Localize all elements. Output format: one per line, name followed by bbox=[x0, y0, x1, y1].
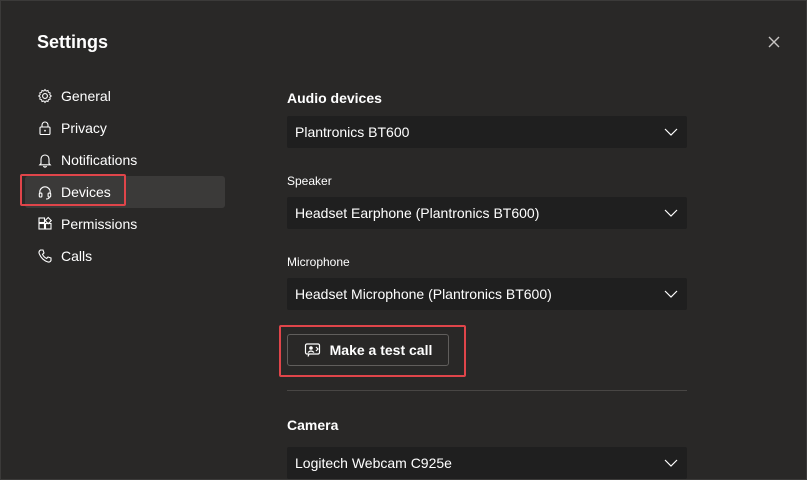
make-test-call-button[interactable]: Make a test call bbox=[287, 334, 449, 366]
microphone-label: Microphone bbox=[287, 255, 350, 269]
microphone-value: Headset Microphone (Plantronics BT600) bbox=[295, 286, 552, 302]
dialog-title: Settings bbox=[37, 32, 109, 52]
sidebar-item-label: Permissions bbox=[61, 216, 138, 232]
section-divider bbox=[287, 390, 687, 391]
permissions-icon bbox=[37, 216, 53, 232]
chevron-down-icon bbox=[663, 124, 679, 140]
speaker-label: Speaker bbox=[287, 174, 332, 188]
gear-icon bbox=[37, 88, 53, 104]
camera-value: Logitech Webcam C925e bbox=[295, 455, 452, 471]
close-button[interactable] bbox=[765, 33, 783, 51]
camera-heading: Camera bbox=[287, 417, 339, 433]
settings-sidebar: General Privacy Notifications Devices Pe… bbox=[20, 80, 225, 272]
settings-dialog: Settings General Privacy Notifications D… bbox=[0, 0, 807, 480]
audio-device-value: Plantronics BT600 bbox=[295, 124, 410, 140]
chevron-down-icon bbox=[663, 455, 679, 471]
sidebar-item-label: Privacy bbox=[61, 120, 107, 136]
test-call-label: Make a test call bbox=[329, 342, 433, 358]
speaker-value: Headset Earphone (Plantronics BT600) bbox=[295, 205, 540, 221]
speaker-select[interactable]: Headset Earphone (Plantronics BT600) bbox=[287, 197, 687, 229]
chevron-down-icon bbox=[663, 286, 679, 302]
test-call-icon bbox=[304, 342, 322, 358]
phone-icon bbox=[37, 248, 53, 264]
sidebar-item-calls[interactable]: Calls bbox=[25, 240, 225, 272]
sidebar-item-privacy[interactable]: Privacy bbox=[25, 112, 225, 144]
audio-device-select[interactable]: Plantronics BT600 bbox=[287, 116, 687, 148]
sidebar-item-label: General bbox=[61, 88, 111, 104]
lock-icon bbox=[37, 120, 53, 136]
sidebar-item-label: Calls bbox=[61, 248, 93, 264]
bell-icon bbox=[37, 152, 53, 168]
sidebar-item-permissions[interactable]: Permissions bbox=[25, 208, 225, 240]
sidebar-item-notifications[interactable]: Notifications bbox=[25, 144, 225, 176]
microphone-select[interactable]: Headset Microphone (Plantronics BT600) bbox=[287, 278, 687, 310]
sidebar-item-label: Notifications bbox=[61, 152, 138, 168]
sidebar-item-general[interactable]: General bbox=[25, 80, 225, 112]
close-icon bbox=[765, 33, 783, 51]
sidebar-item-devices[interactable]: Devices bbox=[20, 174, 225, 208]
devices-highlight-box bbox=[20, 174, 126, 206]
audio-devices-heading: Audio devices bbox=[287, 90, 382, 106]
camera-select[interactable]: Logitech Webcam C925e bbox=[287, 447, 687, 479]
chevron-down-icon bbox=[663, 205, 679, 221]
